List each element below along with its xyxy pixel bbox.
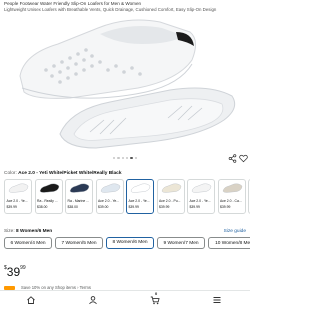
swatch-shoe-thumbnail	[39, 183, 59, 193]
size-option-button[interactable]: 8 Women/6 Men	[106, 237, 154, 249]
swatch-name: Ace 2.0 - Pu...	[159, 199, 181, 203]
product-subtitle: Lightweight Unisex Loafers with Breathab…	[4, 7, 217, 12]
carousel-dot[interactable]	[134, 157, 138, 160]
bottom-nav: 0	[0, 290, 250, 311]
swatch-name: Ace 2.0 - Ye...	[189, 199, 211, 203]
color-swatch[interactable]: Ace 2.0 - Ye... $39.99	[187, 179, 215, 214]
size-option-button[interactable]: 7 Women/5 Men	[55, 237, 103, 249]
carousel-dot[interactable]	[112, 157, 116, 160]
color-swatch[interactable]: Ace 2.0 - Ca... $39.99	[217, 179, 246, 214]
swatch-name: Ra - Really ...	[37, 199, 58, 203]
price: $3999	[4, 263, 26, 281]
home-icon[interactable]	[26, 295, 36, 305]
price-whole: 39	[6, 265, 21, 279]
carousel-dot[interactable]	[121, 157, 124, 160]
size-option-list: 6 Women/4 Men 7 Women/5 Men 8 Women/6 Men 9…	[0, 237, 250, 250]
size-option-button[interactable]: 10 Women/8 Men	[208, 237, 250, 249]
image-carousel-dots[interactable]	[0, 157, 250, 161]
color-swatch-list: Ace 2.0 - Ye... $39.99 Ra - Really ... $38.…	[0, 179, 250, 216]
cart-icon[interactable]	[150, 295, 160, 305]
size-selected-value: 8 Women/6 Men	[16, 229, 53, 234]
swatch-price: $38.00	[37, 205, 48, 209]
swatch-price: $39.00	[98, 205, 109, 209]
swatch-price: $38.00	[67, 205, 78, 209]
color-selection-label: Color: Ace 2.0 - Yeti White/Picket White…	[4, 171, 122, 176]
size-option-button[interactable]: 9 Women/7 Men	[157, 237, 205, 249]
product-title: People Footwear Water Friendly Slip-On L…	[4, 1, 142, 6]
carousel-dot[interactable]	[126, 157, 129, 160]
size-option-button[interactable]: 6 Women/4 Men	[4, 237, 52, 249]
swatch-price: $39.99	[6, 205, 17, 209]
share-icon[interactable]	[228, 154, 237, 163]
size-label: Size:	[4, 229, 15, 234]
heart-icon[interactable]	[239, 154, 248, 163]
color-swatch[interactable]: Ra - Really ... $38.00	[34, 179, 63, 214]
swatch-name: Ra - Marine ...	[67, 199, 89, 203]
price-currency: $	[4, 265, 7, 271]
swatch-name: Ace 2.0 - Ye...	[98, 199, 120, 203]
carousel-dot[interactable]	[117, 157, 120, 160]
swatch-name: Ace 2.0 - Ye...	[6, 199, 28, 203]
price-fraction: 99	[20, 265, 26, 271]
color-selected-value: Ace 2.0 - Yeti White/Picket White/Really…	[18, 171, 122, 176]
swatch-shoe-thumbnail	[161, 183, 181, 193]
shoe-sole-image	[59, 87, 236, 149]
color-swatch[interactable]: Ace 2.0 - Ye... $39.00	[95, 179, 124, 214]
size-guide-link[interactable]: Size guide	[224, 229, 246, 234]
swatch-price: $39.99	[159, 205, 170, 209]
color-label: Color:	[4, 171, 17, 176]
swatch-name: Ace 2.0 - Ye...	[128, 199, 150, 203]
swatch-price: $39.99	[220, 205, 231, 209]
swatch-price: $39.99	[128, 205, 139, 209]
size-selection-label: Size: 8 Women/6 Men	[4, 229, 52, 234]
swatch-shoe-thumbnail	[222, 183, 242, 193]
menu-icon[interactable]	[212, 295, 222, 305]
product-image[interactable]	[0, 14, 250, 156]
swatch-shoe-thumbnail	[191, 183, 212, 193]
color-swatch[interactable]: Ace 2.0 - Ye...$39.99	[248, 179, 250, 214]
color-swatch[interactable]: Ace 2.0 - Ye... $39.99	[126, 179, 154, 214]
swatch-name: Ace 2.0 - Ca...	[220, 199, 242, 203]
carousel-dot[interactable]	[130, 157, 133, 160]
shoe-top-image	[19, 19, 196, 99]
swatch-shoe-thumbnail	[130, 183, 151, 193]
color-swatch[interactable]: Ra - Marine ... $38.00	[65, 179, 93, 214]
color-swatch[interactable]: Ace 2.0 - Pu... $39.99	[156, 179, 185, 214]
swatch-shoe-thumbnail	[100, 183, 120, 193]
swatch-price: $39.99	[189, 205, 200, 209]
swatch-shoe-thumbnail	[69, 183, 90, 193]
swatch-shoe-thumbnail	[8, 183, 29, 193]
color-swatch[interactable]: Ace 2.0 - Ye... $39.99	[4, 179, 32, 214]
profile-icon[interactable]	[88, 295, 98, 305]
